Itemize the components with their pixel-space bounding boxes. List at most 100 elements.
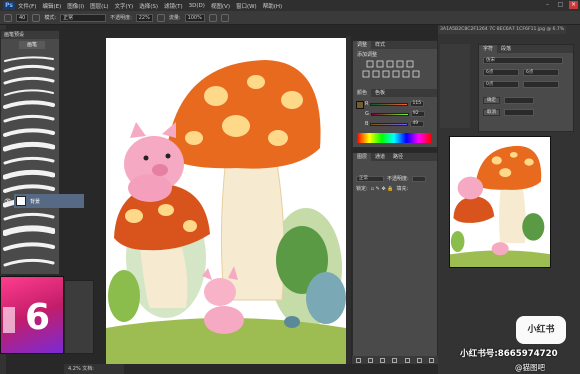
big-mushroom-cap <box>166 60 321 169</box>
brush-stroke <box>3 64 55 73</box>
brush-stroke-list[interactable] <box>3 53 55 273</box>
brush-stroke <box>3 258 55 267</box>
brush-tool-icon[interactable] <box>4 13 12 22</box>
window-controls: – □ × <box>543 1 578 9</box>
status-bar: 4.2% 文档: <box>64 364 124 374</box>
airbrush-icon[interactable] <box>208 13 217 22</box>
brush-size-field[interactable]: 40 <box>16 13 29 22</box>
font-size-field[interactable]: 6点 <box>483 69 519 76</box>
brush-stroke <box>4 89 54 96</box>
illustration <box>106 60 346 364</box>
lock-label: 锁定: <box>356 186 368 192</box>
fx-icon[interactable] <box>367 357 373 363</box>
option-select-2[interactable] <box>504 109 534 116</box>
pig-snout <box>152 164 168 176</box>
tab-color[interactable]: 颜色 <box>353 89 372 97</box>
tab-channels[interactable]: 通道 <box>371 153 389 161</box>
leading-field[interactable]: 6点 <box>523 69 559 76</box>
adjustment-icons[interactable] <box>357 59 431 83</box>
blue-slider[interactable]: B 49 <box>365 121 435 127</box>
second-document-preview[interactable] <box>449 136 551 268</box>
menu-image[interactable]: 图像(I) <box>67 2 84 10</box>
document-canvas[interactable] <box>106 38 346 364</box>
red-value[interactable]: 115 <box>410 101 425 107</box>
watermark-id: 小红书号:8665974720 <box>460 349 558 359</box>
adjustment-layer-icon[interactable] <box>392 357 398 363</box>
menu-view[interactable]: 视图(V) <box>211 2 230 10</box>
brush-stroke <box>3 128 55 137</box>
confirm-button[interactable]: 确定 <box>483 97 500 104</box>
pressure-size-icon[interactable] <box>220 13 229 22</box>
brush-stroke <box>3 225 55 236</box>
brush-panel-toggle-icon[interactable] <box>32 13 41 22</box>
mask-icon[interactable] <box>380 357 386 363</box>
menu-edit[interactable]: 编辑(E) <box>42 2 61 10</box>
close-icon[interactable]: × <box>569 1 578 9</box>
menu-bar: Ps 文件(F) 编辑(E) 图像(I) 图层(L) 文字(Y) 选择(S) 滤… <box>0 0 580 11</box>
tab-character[interactable]: 字符 <box>479 45 498 53</box>
menu-file[interactable]: 文件(F) <box>18 2 36 10</box>
small-pig-body <box>204 306 244 334</box>
brush-stroke <box>3 212 55 221</box>
green-slider[interactable]: G 92 <box>365 111 435 117</box>
tab-layers[interactable]: 图层 <box>353 153 372 161</box>
folder-icon[interactable] <box>404 357 410 363</box>
green-value[interactable]: 92 <box>410 111 425 117</box>
blend-mode-select[interactable]: 正常 <box>356 175 384 182</box>
menu-filter[interactable]: 滤镜(T) <box>164 2 183 10</box>
flow-field[interactable]: 100% <box>184 13 205 22</box>
tab-styles[interactable]: 样式 <box>371 41 389 49</box>
opacity-field[interactable]: 22% <box>135 13 153 22</box>
tab-adjustments[interactable]: 调整 <box>353 41 372 49</box>
mode-select[interactable]: 正常 <box>60 13 107 22</box>
brush-stroke <box>3 184 55 193</box>
blue-value[interactable]: 49 <box>410 121 425 127</box>
menu-layer[interactable]: 图层(L) <box>90 2 108 10</box>
link-icon[interactable] <box>355 357 361 363</box>
right-leaf <box>306 272 346 324</box>
brush-panel-tab[interactable]: 画笔 <box>19 41 45 49</box>
brush-stroke <box>3 169 55 180</box>
layers-footer <box>352 356 438 364</box>
layer-row-background[interactable]: 👁 背景 <box>4 194 84 208</box>
fill-label: 填充: <box>396 186 409 192</box>
eye-icon[interactable]: 👁 <box>4 198 12 205</box>
red-slider[interactable]: R 115 <box>365 101 435 107</box>
new-layer-icon[interactable] <box>417 357 423 363</box>
trash-icon[interactable] <box>429 357 435 363</box>
canvas-vertical-scrollbar[interactable] <box>346 36 351 364</box>
menu-window[interactable]: 窗口(W) <box>236 2 257 10</box>
layer-name: 背景 <box>30 198 41 205</box>
tab-paths[interactable]: 路径 <box>389 153 407 161</box>
color-panel: 调整 样式 添加调整 颜色 色板 R 115 G 92 B 49 <box>352 40 438 148</box>
tab-paragraph[interactable]: 段落 <box>497 45 515 53</box>
option-select-1[interactable] <box>504 97 534 104</box>
layer-opacity-label: 不透明度: <box>387 176 409 182</box>
flow-label: 流量: <box>168 15 181 21</box>
menu-3d[interactable]: 3D(D) <box>189 3 205 9</box>
mode-label: 模式: <box>44 15 57 21</box>
watermark-author: @猫图吧 <box>515 363 545 372</box>
pressure-opacity-icon[interactable] <box>156 13 165 22</box>
menu-help[interactable]: 帮助(H) <box>263 2 282 10</box>
menu-type[interactable]: 文字(Y) <box>115 2 134 10</box>
brush-stroke <box>3 156 55 165</box>
maximize-icon[interactable]: □ <box>556 1 565 9</box>
layer-opacity-field[interactable] <box>411 175 426 182</box>
cancel-button[interactable]: 取消 <box>483 109 500 116</box>
menu-select[interactable]: 选择(S) <box>139 2 158 10</box>
color-spectrum[interactable] <box>357 133 431 143</box>
lock-icons[interactable]: ▫ ✎ ✥ 🔒 <box>371 186 394 192</box>
tab-swatches[interactable]: 色板 <box>371 89 389 97</box>
tracking-field[interactable]: 0点 <box>483 81 519 88</box>
snail <box>284 316 300 328</box>
collapsed-panel-column <box>440 44 470 128</box>
font-family-select[interactable]: 仿宋 <box>483 57 563 64</box>
big-mushroom-stem <box>220 157 285 301</box>
foreground-color-swatch[interactable] <box>356 101 364 109</box>
small-pig-head <box>204 278 236 306</box>
brush-stroke <box>3 114 55 123</box>
kerning-field[interactable] <box>523 81 559 88</box>
minimize-icon[interactable]: – <box>543 1 552 9</box>
second-document-tab[interactable]: 3A1A5B2C8C2F1264 7C 8EC6A7 1CF6F11.jpg @… <box>438 26 566 34</box>
